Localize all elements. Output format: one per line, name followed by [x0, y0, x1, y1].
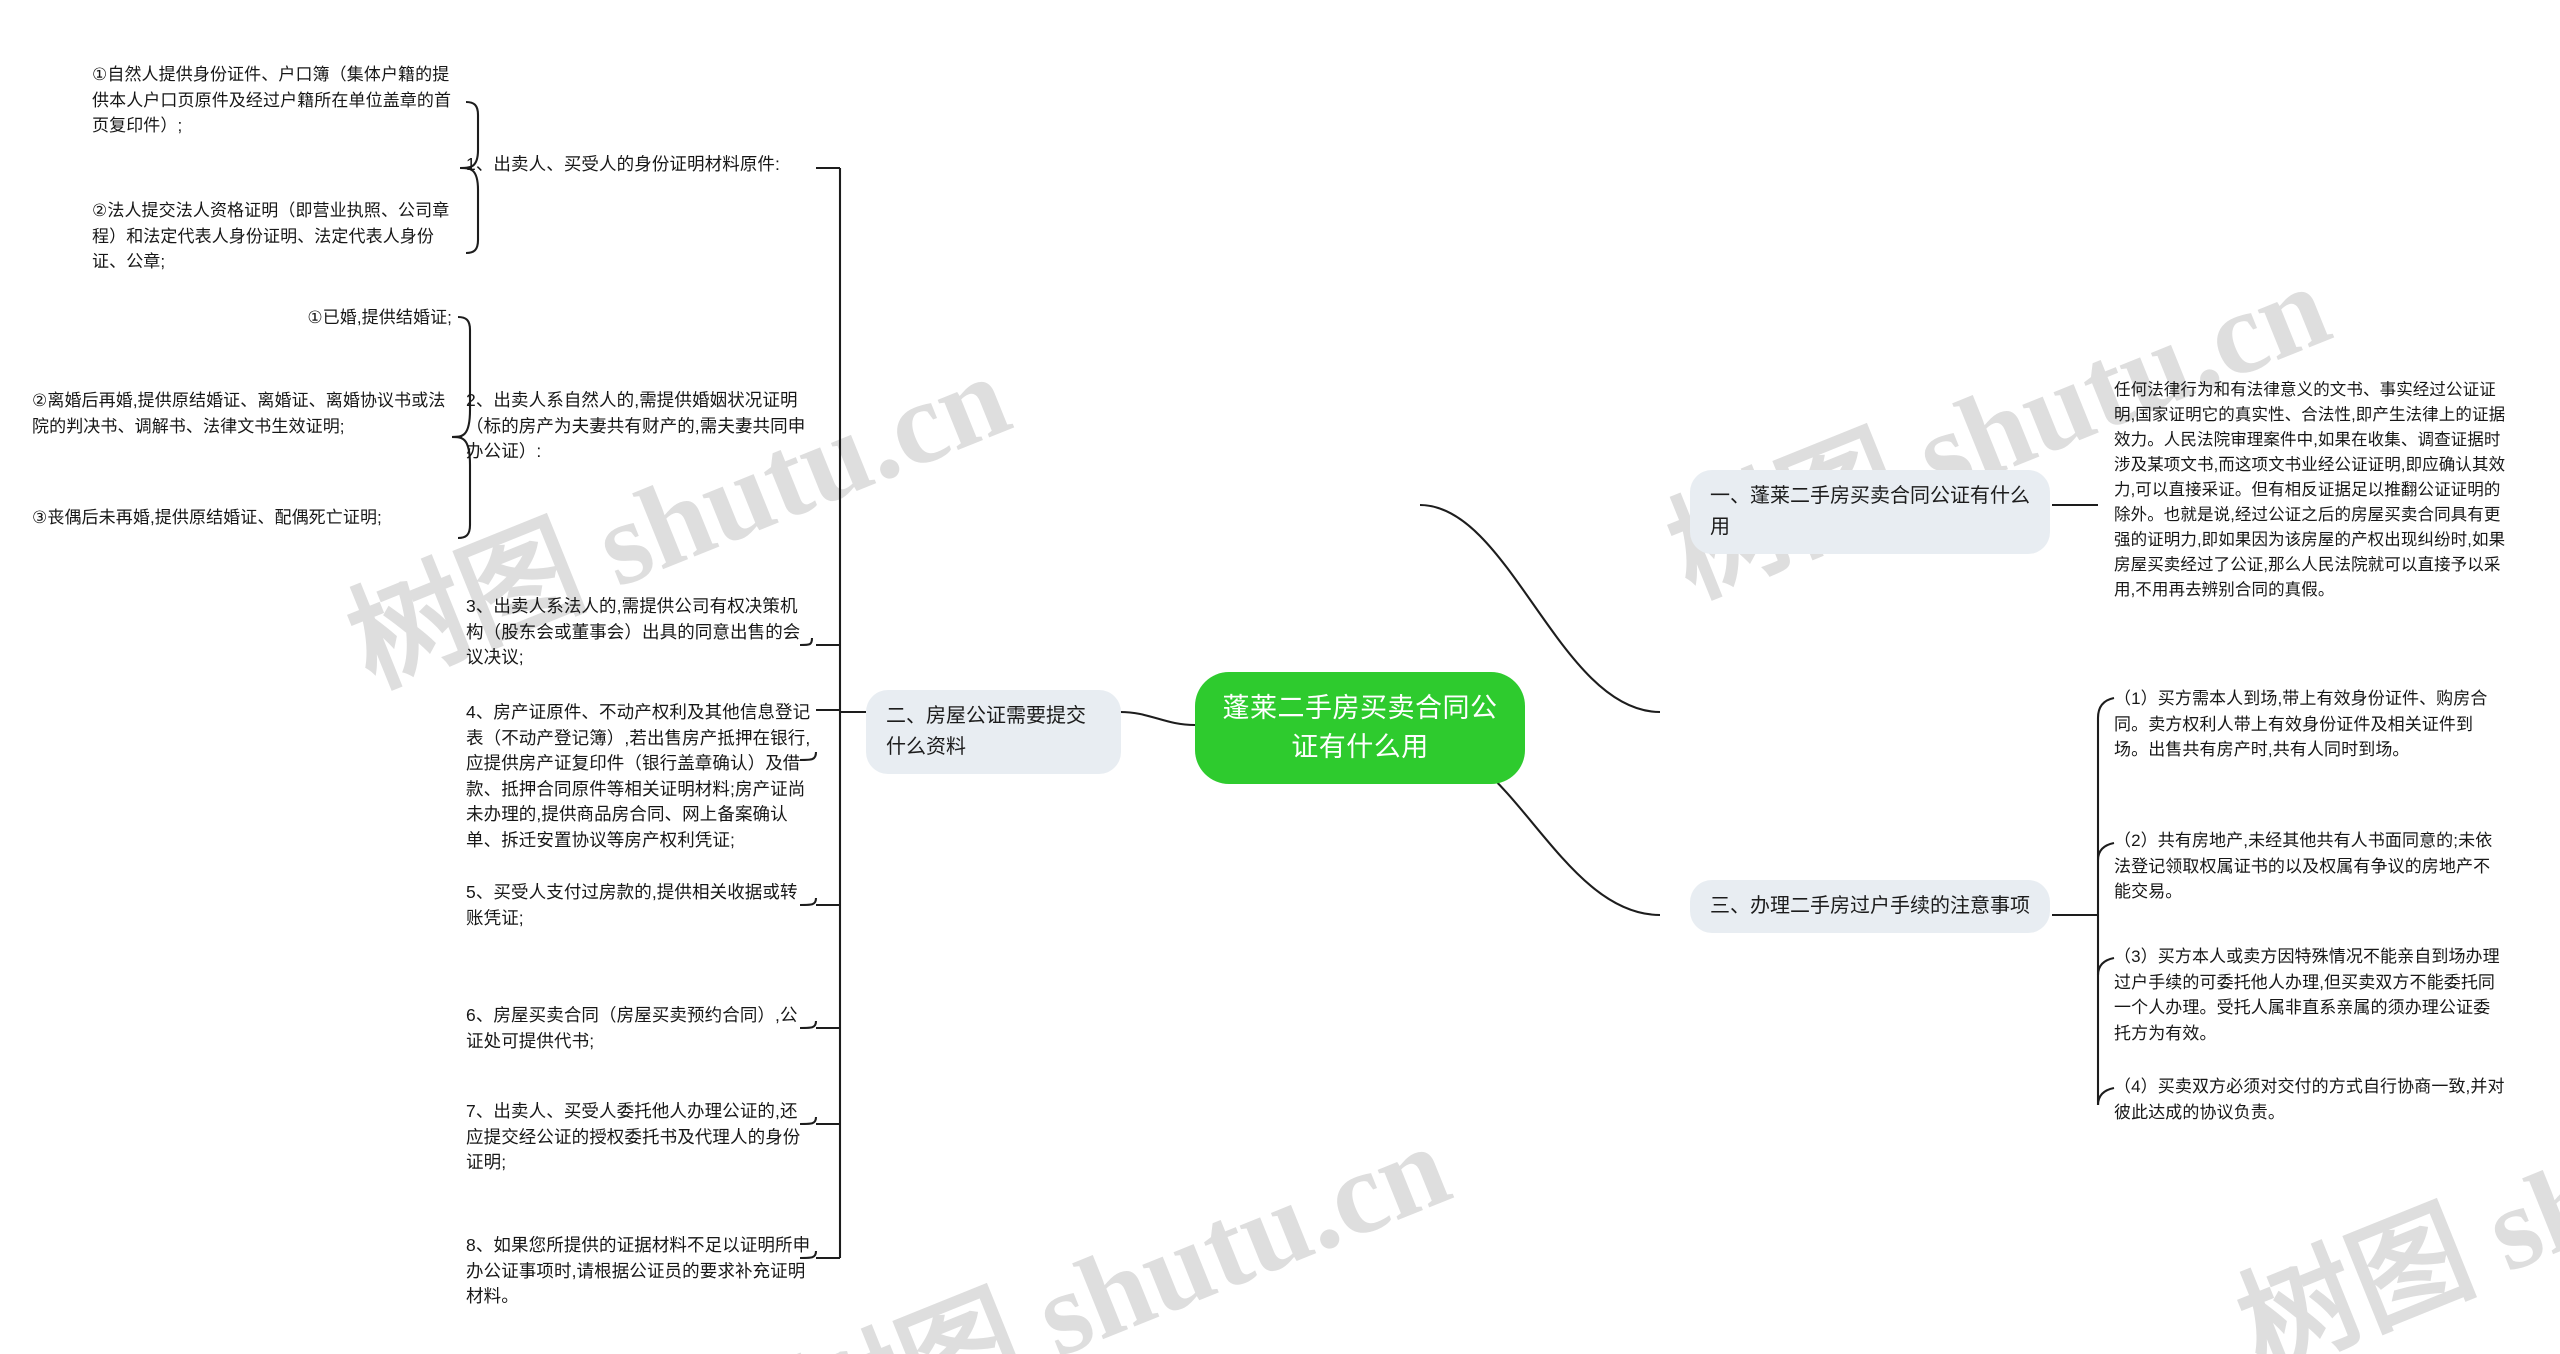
left-item-6[interactable]: 6、房屋买卖合同（房屋买卖预约合同）,公证处可提供代书; — [466, 1003, 814, 1054]
left-item-8[interactable]: 8、如果您所提供的证据材料不足以证明所申办公证事项时,请根据公证员的要求补充证明… — [466, 1233, 814, 1310]
right-item-1a[interactable]: 任何法律行为和有法律意义的文书、事实经过公证证明,国家证明它的真实性、合法性,即… — [2114, 378, 2506, 603]
right-item-3d-label: （4）买卖双方必须对交付的方式自行协商一致,并对彼此达成的协议负责。 — [2114, 1077, 2505, 1122]
right-item-3a-label: （1）买方需本人到场,带上有效身份证件、购房合同。卖方权利人带上有效身份证件及相… — [2114, 689, 2488, 759]
left-item-6-label: 6、房屋买卖合同（房屋买卖预约合同）,公证处可提供代书; — [466, 1005, 798, 1051]
left-item-1-label: 1、出卖人、买受人的身份证明材料原件: — [466, 154, 780, 174]
left-subitem-2c-label: ③丧偶后未再婚,提供原结婚证、配偶死亡证明; — [32, 508, 382, 527]
root-node[interactable]: 蓬莱二手房买卖合同公证有什么用 — [1195, 672, 1525, 784]
watermark-text: 树图 shutu.cn — [771, 1099, 1466, 1354]
left-item-7-label: 7、出卖人、买受人委托他人办理公证的,还应提交经公证的授权委托书及代理人的身份证… — [466, 1101, 801, 1172]
left-subitem-1a[interactable]: ①自然人提供身份证件、户口簿（集体户籍的提供本人户口页原件及经过户籍所在单位盖章… — [92, 62, 464, 139]
left-item-5-label: 5、买受人支付过房款的,提供相关收据或转账凭证; — [466, 882, 798, 928]
left-item-4[interactable]: 4、房产证原件、不动产权利及其他信息登记表（不动产登记簿）,若出售房产抵押在银行… — [466, 700, 814, 853]
branch-node-three-label: 三、办理二手房过户手续的注意事项 — [1710, 895, 2030, 917]
left-subitem-1a-label: ①自然人提供身份证件、户口簿（集体户籍的提供本人户口页原件及经过户籍所在单位盖章… — [92, 65, 452, 135]
right-item-3c-label: （3）买方本人或卖方因特殊情况不能亲自到场办理过户手续的可委托他人办理,但买卖双… — [2114, 947, 2500, 1043]
right-item-3c[interactable]: （3）买方本人或卖方因特殊情况不能亲自到场办理过户手续的可委托他人办理,但买卖双… — [2114, 944, 2506, 1046]
left-subitem-1b[interactable]: ②法人提交法人资格证明（即营业执照、公司章程）和法定代表人身份证明、法定代表人身… — [92, 198, 464, 275]
right-item-3b[interactable]: （2）共有房地产,未经其他共有人书面同意的;未依法登记领取权属证书的以及权属有争… — [2114, 828, 2506, 905]
left-subitem-2b[interactable]: ②离婚后再婚,提供原结婚证、离婚证、离婚协议书或法院的判决书、调解书、法律文书生… — [32, 388, 452, 439]
root-node-label: 蓬莱二手房买卖合同公证有什么用 — [1222, 693, 1498, 762]
left-item-5[interactable]: 5、买受人支付过房款的,提供相关收据或转账凭证; — [466, 880, 814, 931]
left-subitem-2b-label: ②离婚后再婚,提供原结婚证、离婚证、离婚协议书或法院的判决书、调解书、法律文书生… — [32, 391, 446, 436]
mindmap-canvas: 树图 shutu.cn 树图 shutu.cn 树图 shutu.cn 树图 s… — [0, 0, 2560, 1354]
branch-node-two[interactable]: 二、房屋公证需要提交什么资料 — [866, 690, 1121, 774]
left-item-8-label: 8、如果您所提供的证据材料不足以证明所申办公证事项时,请根据公证员的要求补充证明… — [466, 1235, 811, 1306]
branch-node-one[interactable]: 一、蓬莱二手房买卖合同公证有什么用 — [1690, 470, 2050, 554]
left-item-3[interactable]: 3、出卖人系法人的,需提供公司有权决策机构（股东会或董事会）出具的同意出售的会议… — [466, 594, 814, 671]
left-item-2[interactable]: 2、出卖人系自然人的,需提供婚姻状况证明（标的房产为夫妻共有财产的,需夫妻共同申… — [466, 388, 814, 465]
right-item-3a[interactable]: （1）买方需本人到场,带上有效身份证件、购房合同。卖方权利人带上有效身份证件及相… — [2114, 686, 2506, 763]
right-item-3b-label: （2）共有房地产,未经其他共有人书面同意的;未依法登记领取权属证书的以及权属有争… — [2114, 831, 2493, 901]
left-item-3-label: 3、出卖人系法人的,需提供公司有权决策机构（股东会或董事会）出具的同意出售的会议… — [466, 596, 801, 667]
branch-node-two-label: 二、房屋公证需要提交什么资料 — [886, 705, 1086, 758]
left-item-1[interactable]: 1、出卖人、买受人的身份证明材料原件: — [466, 152, 814, 178]
left-item-4-label: 4、房产证原件、不动产权利及其他信息登记表（不动产登记簿）,若出售房产抵押在银行… — [466, 702, 811, 850]
branch-node-one-label: 一、蓬莱二手房买卖合同公证有什么用 — [1710, 485, 2030, 538]
right-item-3d[interactable]: （4）买卖双方必须对交付的方式自行协商一致,并对彼此达成的协议负责。 — [2114, 1074, 2506, 1125]
left-subitem-2a[interactable]: ①已婚,提供结婚证; — [100, 305, 452, 331]
branch-node-three[interactable]: 三、办理二手房过户手续的注意事项 — [1690, 880, 2050, 933]
left-subitem-1b-label: ②法人提交法人资格证明（即营业执照、公司章程）和法定代表人身份证明、法定代表人身… — [92, 201, 450, 271]
right-item-1a-label: 任何法律行为和有法律意义的文书、事实经过公证证明,国家证明它的真实性、合法性,即… — [2114, 381, 2506, 599]
left-item-7[interactable]: 7、出卖人、买受人委托他人办理公证的,还应提交经公证的授权委托书及代理人的身份证… — [466, 1099, 814, 1176]
left-item-2-label: 2、出卖人系自然人的,需提供婚姻状况证明（标的房产为夫妻共有财产的,需夫妻共同申… — [466, 390, 806, 461]
left-subitem-2a-label: ①已婚,提供结婚证; — [307, 308, 452, 327]
left-subitem-2c[interactable]: ③丧偶后未再婚,提供原结婚证、配偶死亡证明; — [32, 505, 452, 531]
